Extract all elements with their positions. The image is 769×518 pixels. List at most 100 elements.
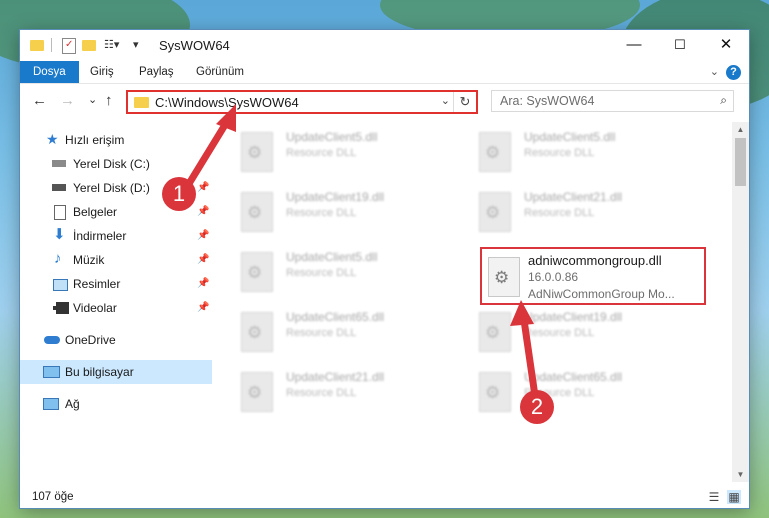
star-icon: ★ bbox=[46, 131, 59, 147]
sidebar-item-label: Bu bilgisayar bbox=[65, 365, 134, 379]
customize-toolbar-icon[interactable]: ☷▾ bbox=[104, 38, 119, 52]
search-input[interactable] bbox=[498, 93, 702, 109]
pin-icon: 📌 bbox=[197, 206, 210, 217]
chevron-down-icon[interactable]: ⌄ bbox=[710, 65, 719, 78]
dll-file-icon bbox=[479, 192, 511, 232]
tab-view[interactable]: Görünüm bbox=[196, 61, 244, 83]
pin-icon: 📌 bbox=[197, 254, 210, 265]
minimize-button[interactable]: — bbox=[611, 30, 657, 60]
address-path[interactable]: C:\Windows\SysWOW64 bbox=[155, 95, 299, 110]
folder-icon bbox=[134, 97, 149, 108]
close-button[interactable]: ✕ bbox=[703, 30, 749, 60]
item-count: 107 öğe bbox=[32, 491, 74, 503]
pin-icon: 📌 bbox=[197, 302, 210, 313]
file-item[interactable]: UpdateClient65.dll Resource DLL bbox=[463, 366, 693, 422]
video-icon bbox=[53, 302, 69, 314]
toolbar-dropdown-icon[interactable]: ▾ bbox=[133, 38, 139, 52]
new-folder-icon[interactable] bbox=[82, 40, 96, 51]
sidebar-item-network[interactable]: Ağ bbox=[20, 392, 212, 416]
back-button[interactable]: ← bbox=[32, 92, 47, 109]
file-name: UpdateClient21.dll bbox=[524, 190, 623, 204]
sidebar-item-downloads[interactable]: ⬇ İndirmeler 📌 bbox=[20, 224, 212, 248]
file-item[interactable]: UpdateClient5.dll Resource DLL bbox=[225, 246, 455, 302]
sidebar-item-label: Ağ bbox=[65, 397, 80, 411]
address-bar[interactable]: C:\Windows\SysWOW64 ⌄ ↻ bbox=[126, 90, 478, 114]
file-item[interactable]: UpdateClient5.dll Resource DLL bbox=[463, 126, 693, 182]
sidebar-item-disk-c[interactable]: Yerel Disk (C:) bbox=[20, 152, 212, 176]
tab-file[interactable]: Dosya bbox=[20, 61, 79, 83]
scroll-up-icon[interactable]: ▲ bbox=[732, 125, 749, 134]
dll-file-icon bbox=[241, 252, 273, 292]
file-name: UpdateClient19.dll bbox=[286, 190, 385, 204]
file-name: UpdateClient5.dll bbox=[286, 130, 378, 144]
sidebar-item-quick-access[interactable]: ★ Hızlı erişim bbox=[20, 128, 212, 152]
step-marker-2: 2 bbox=[520, 390, 554, 424]
drive-icon bbox=[52, 160, 66, 167]
up-button[interactable]: ↑ bbox=[105, 92, 113, 109]
sidebar-item-label: Yerel Disk (C:) bbox=[73, 157, 150, 171]
sidebar-item-this-pc[interactable]: Bu bilgisayar bbox=[20, 360, 212, 384]
help-icon[interactable]: ? bbox=[726, 65, 741, 80]
maximize-button[interactable]: ☐ bbox=[657, 30, 703, 60]
file-name: UpdateClient5.dll bbox=[286, 250, 378, 264]
folder-icon bbox=[30, 40, 44, 51]
sidebar-item-videos[interactable]: Videolar 📌 bbox=[20, 296, 212, 320]
dll-file-icon bbox=[479, 372, 511, 412]
file-description: Resource DLL bbox=[524, 327, 595, 339]
title-bar: ✓ ☷▾ ▾ SysWOW64 — ☐ ✕ bbox=[20, 30, 749, 60]
dll-file-icon bbox=[488, 257, 520, 297]
sidebar-item-label: OneDrive bbox=[65, 333, 116, 347]
file-version: 16.0.0.86 bbox=[528, 270, 579, 284]
dll-file-icon bbox=[479, 132, 511, 172]
scroll-thumb[interactable] bbox=[735, 138, 746, 186]
file-description: AdNiwCommonGroup Mo... bbox=[528, 287, 675, 301]
dll-file-icon bbox=[241, 192, 273, 232]
sidebar-item-label: Belgeler bbox=[73, 205, 118, 219]
file-item[interactable]: UpdateClient21.dll Resource DLL bbox=[225, 366, 455, 422]
properties-icon[interactable]: ✓ bbox=[62, 38, 76, 54]
sidebar-item-label: Videolar bbox=[73, 301, 117, 315]
tab-share[interactable]: Paylaş bbox=[139, 61, 174, 83]
scroll-down-icon[interactable]: ▼ bbox=[732, 470, 749, 479]
tiles-view-icon[interactable]: ▦ bbox=[727, 490, 741, 504]
sidebar-item-label: Resimler bbox=[73, 277, 121, 291]
sidebar-item-music[interactable]: ♪ Müzik 📌 bbox=[20, 248, 212, 272]
dll-file-icon bbox=[479, 312, 511, 352]
sidebar-item-onedrive[interactable]: OneDrive bbox=[20, 328, 212, 352]
step-marker-1: 1 bbox=[162, 177, 196, 211]
network-icon bbox=[43, 398, 59, 410]
dll-file-icon bbox=[241, 312, 273, 352]
file-item[interactable]: UpdateClient21.dll Resource DLL bbox=[463, 186, 693, 242]
file-item[interactable]: UpdateClient19.dll Resource DLL bbox=[463, 306, 693, 362]
document-icon bbox=[54, 205, 66, 220]
file-item[interactable]: UpdateClient19.dll Resource DLL bbox=[225, 186, 455, 242]
navigation-pane: ★ Hızlı erişim Yerel Disk (C:) Yerel Dis… bbox=[20, 122, 212, 482]
recent-locations-button[interactable]: ⌄ bbox=[88, 93, 97, 106]
ribbon-tabs: Dosya Giriş Paylaş Görünüm bbox=[20, 61, 749, 84]
file-description: Resource DLL bbox=[524, 147, 595, 159]
highlighted-file-item[interactable]: adniwcommongroup.dll 16.0.0.86 AdNiwComm… bbox=[480, 247, 706, 305]
refresh-button[interactable]: ↻ bbox=[453, 92, 476, 112]
file-name: UpdateClient65.dll bbox=[286, 310, 385, 324]
pin-icon: 📌 bbox=[197, 182, 210, 193]
details-view-icon[interactable]: ☰ bbox=[707, 490, 721, 504]
tab-home[interactable]: Giriş bbox=[90, 61, 114, 83]
explorer-window: ✓ ☷▾ ▾ SysWOW64 — ☐ ✕ Dosya Giriş Paylaş… bbox=[20, 30, 749, 508]
vertical-scrollbar[interactable]: ▲ ▼ bbox=[732, 122, 749, 482]
address-dropdown-icon[interactable]: ⌄ bbox=[441, 94, 450, 107]
music-icon: ♪ bbox=[54, 250, 62, 267]
file-description: Resource DLL bbox=[286, 267, 357, 279]
sidebar-item-pictures[interactable]: Resimler 📌 bbox=[20, 272, 212, 296]
file-name: UpdateClient65.dll bbox=[524, 370, 623, 384]
cloud-icon bbox=[44, 336, 60, 344]
forward-button[interactable]: → bbox=[60, 92, 75, 109]
sidebar-item-label: İndirmeler bbox=[73, 229, 127, 243]
computer-icon bbox=[43, 366, 60, 378]
file-item[interactable]: UpdateClient5.dll Resource DLL bbox=[225, 126, 455, 182]
pin-icon: 📌 bbox=[197, 230, 210, 241]
sidebar-item-label: Müzik bbox=[73, 253, 105, 267]
file-item[interactable]: UpdateClient65.dll Resource DLL bbox=[225, 306, 455, 362]
search-box[interactable]: ⌕ bbox=[491, 90, 734, 112]
search-icon[interactable]: ⌕ bbox=[720, 93, 727, 108]
file-description: Resource DLL bbox=[524, 207, 595, 219]
